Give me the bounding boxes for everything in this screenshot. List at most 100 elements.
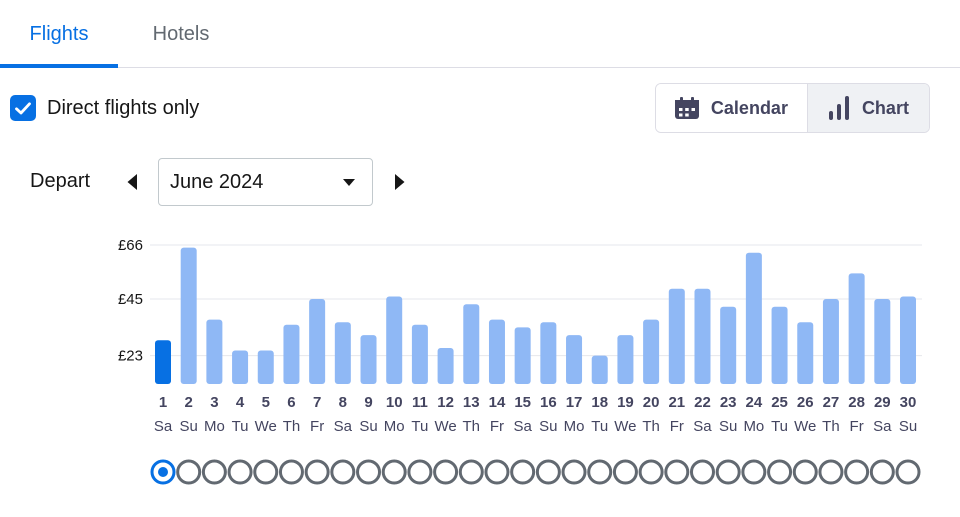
weekday-label: Mo: [384, 418, 405, 435]
weekday-label: Tu: [411, 418, 428, 435]
weekday-label: Mo: [743, 418, 764, 435]
weekday-label: Mo: [564, 418, 585, 435]
month-dropdown[interactable]: June 2024: [158, 158, 373, 206]
day-number-label: 18: [591, 394, 608, 411]
price-bar[interactable]: [617, 335, 634, 384]
day-number-label: 1: [159, 394, 167, 411]
price-bar[interactable]: [797, 322, 814, 384]
price-bar[interactable]: [232, 350, 249, 384]
day-radio[interactable]: [510, 459, 536, 485]
day-radio[interactable]: [767, 459, 793, 485]
price-bar[interactable]: [463, 304, 480, 384]
previous-month-button[interactable]: [122, 170, 142, 194]
price-bar[interactable]: [643, 319, 660, 384]
day-number-label: 13: [463, 394, 480, 411]
price-bar[interactable]: [514, 327, 531, 384]
price-bar[interactable]: [411, 324, 428, 384]
price-bar[interactable]: [309, 299, 326, 384]
price-bar[interactable]: [668, 288, 685, 384]
calendar-view-label: Calendar: [710, 97, 788, 118]
day-radio[interactable]: [253, 459, 279, 485]
day-radio[interactable]: [638, 459, 664, 485]
weekday-label: Sa: [873, 418, 892, 435]
day-number-label: 15: [514, 394, 531, 411]
day-number-label: 14: [489, 394, 506, 411]
day-radio[interactable]: [715, 459, 741, 485]
weekday-label: Th: [642, 418, 660, 435]
day-number-label: 7: [313, 394, 321, 411]
day-number-label: 4: [236, 394, 245, 411]
price-bar[interactable]: [206, 319, 223, 384]
day-radio[interactable]: [895, 459, 921, 485]
weekday-label: Fr: [850, 418, 864, 435]
price-bar[interactable]: [155, 340, 171, 384]
price-bar[interactable]: [488, 319, 505, 384]
triangle-left-icon: [127, 174, 137, 190]
day-radio[interactable]: [356, 459, 382, 485]
price-bar[interactable]: [591, 355, 608, 384]
calendar-view-button[interactable]: Calendar: [656, 84, 807, 132]
day-radio[interactable]: [227, 459, 253, 485]
day-radio[interactable]: [741, 459, 767, 485]
price-bar[interactable]: [386, 296, 403, 384]
day-radio[interactable]: [612, 459, 638, 485]
day-number-label: 29: [874, 394, 891, 411]
day-number-label: 21: [668, 394, 685, 411]
price-bar[interactable]: [874, 299, 891, 384]
day-radio[interactable]: [869, 459, 895, 485]
price-bar[interactable]: [283, 324, 300, 384]
chart-view-label: Chart: [861, 97, 909, 118]
price-bar[interactable]: [257, 350, 274, 384]
day-radio[interactable]: [484, 459, 510, 485]
day-number-label: 2: [185, 394, 193, 411]
price-bar[interactable]: [540, 322, 557, 384]
tab-flights[interactable]: Flights: [0, 0, 118, 68]
price-bar[interactable]: [360, 335, 377, 384]
day-radio[interactable]: [433, 459, 459, 485]
day-radio[interactable]: [330, 459, 356, 485]
day-number-label: 12: [437, 394, 454, 411]
price-bar[interactable]: [334, 322, 351, 384]
day-radio[interactable]: [407, 459, 433, 485]
day-radio[interactable]: [278, 459, 304, 485]
y-axis-tick-label: £45: [118, 291, 143, 308]
view-toggle: Calendar Chart: [655, 83, 930, 133]
day-number-label: 6: [287, 394, 295, 411]
day-radio[interactable]: [535, 459, 561, 485]
day-radio[interactable]: [561, 459, 587, 485]
price-bar[interactable]: [180, 247, 197, 384]
day-radio[interactable]: [201, 459, 227, 485]
price-bar[interactable]: [822, 299, 839, 384]
price-bar[interactable]: [437, 347, 454, 384]
day-radio[interactable]: [792, 459, 818, 485]
day-radio[interactable]: [458, 459, 484, 485]
price-bar[interactable]: [720, 306, 737, 384]
tab-hotels[interactable]: Hotels: [122, 0, 240, 68]
day-number-label: 8: [339, 394, 347, 411]
price-bar[interactable]: [900, 296, 917, 384]
price-bar[interactable]: [848, 273, 865, 384]
chart-view-button[interactable]: Chart: [806, 84, 929, 132]
day-number-label: 19: [617, 394, 634, 411]
day-radio[interactable]: [304, 459, 330, 485]
weekday-label: Mo: [204, 418, 225, 435]
day-radio[interactable]: [844, 459, 870, 485]
direct-flights-checkbox[interactable]: [10, 95, 36, 121]
price-bar[interactable]: [745, 252, 762, 384]
day-number-label: 27: [823, 394, 840, 411]
day-radio[interactable]: [689, 459, 715, 485]
price-bar[interactable]: [771, 306, 788, 384]
price-bar[interactable]: [694, 288, 711, 384]
weekday-label: Sa: [334, 418, 353, 435]
day-radio[interactable]: [381, 459, 407, 485]
next-month-button[interactable]: [390, 170, 410, 194]
price-bar[interactable]: [566, 335, 583, 384]
month-value: June 2024: [170, 170, 264, 193]
day-number-label: 16: [540, 394, 557, 411]
day-radio[interactable]: [818, 459, 844, 485]
weekday-label: Th: [822, 418, 840, 435]
day-radio[interactable]: [176, 459, 202, 485]
day-radio[interactable]: [664, 459, 690, 485]
day-radio[interactable]: [587, 459, 613, 485]
direct-flights-filter[interactable]: Direct flights only: [10, 94, 199, 122]
